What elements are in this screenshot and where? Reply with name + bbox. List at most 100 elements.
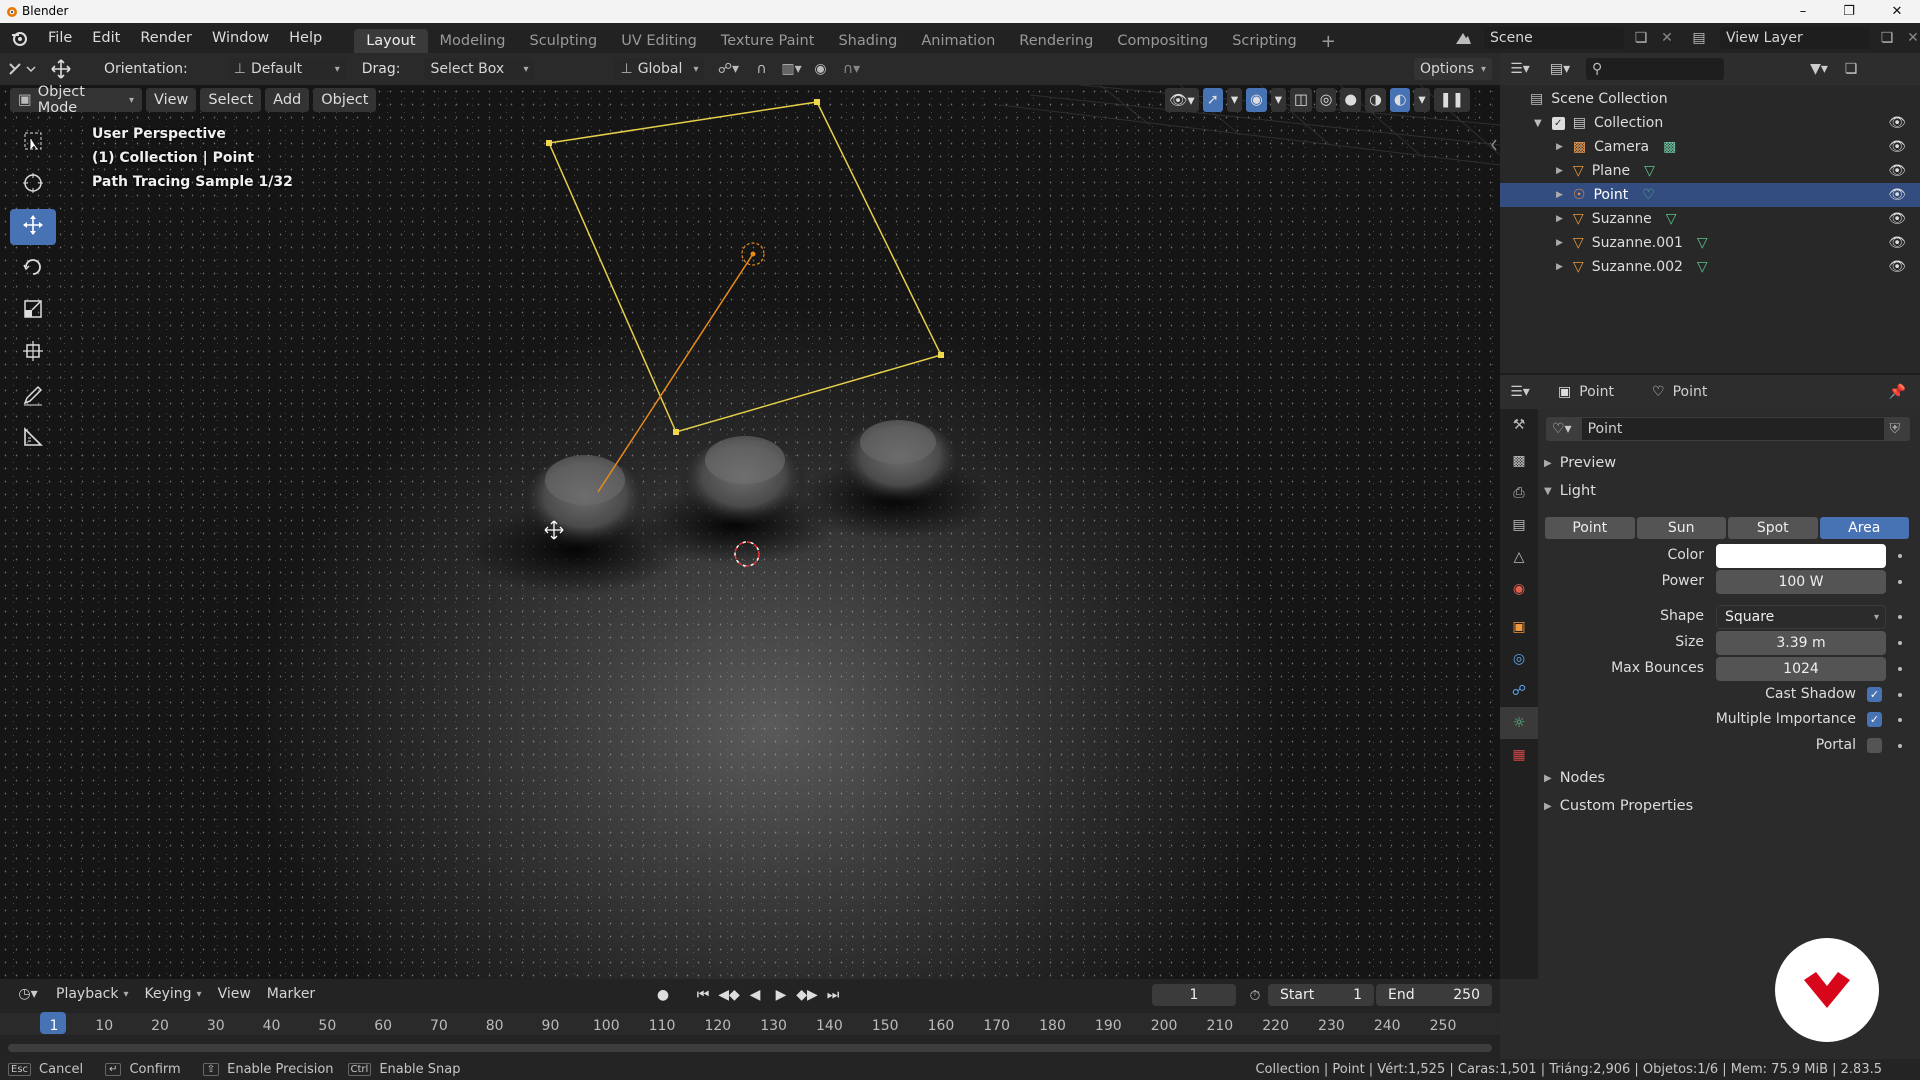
snap-increment-icon[interactable]: ▥▾ [776, 57, 806, 81]
scene-icon[interactable] [1448, 26, 1478, 50]
pin-icon[interactable]: 📌 [1889, 384, 1906, 400]
tool-tab[interactable]: ⚒ [1500, 409, 1538, 441]
measure-tool[interactable] [10, 421, 56, 457]
minimize-button[interactable]: – [1780, 0, 1826, 23]
snap-magnet-icon[interactable]: ∩ [746, 57, 776, 81]
overlays-dropdown-icon[interactable]: ▾ [1270, 88, 1287, 112]
tab-rendering[interactable]: Rendering [1007, 29, 1105, 53]
end-frame-field[interactable]: End 250 [1376, 984, 1492, 1006]
light-panel-header[interactable]: ▼ Light [1544, 483, 1596, 499]
rotate-tool[interactable] [10, 251, 56, 287]
drag-dropdown[interactable]: Select Box ▾ [424, 58, 535, 80]
cursor-tool[interactable] [10, 167, 56, 203]
preview-panel-header[interactable]: ▶ Preview [1544, 455, 1616, 471]
camera-data-icon[interactable]: ▩ [1663, 139, 1676, 155]
new-collection-icon[interactable]: ❏ [1838, 55, 1864, 83]
tab-sculpting[interactable]: Sculpting [517, 29, 609, 53]
3d-viewport[interactable]: ▣ Object Mode ▾ View Select Add Object 👁… [0, 85, 1500, 979]
mesh-data-icon[interactable]: ▽ [1644, 163, 1655, 179]
tab-shading[interactable]: Shading [826, 29, 909, 53]
timeline-scrollbar[interactable] [8, 1044, 1492, 1052]
falloff-curve-icon[interactable]: ∩▾ [834, 57, 868, 81]
tab-texture-paint[interactable]: Texture Paint [709, 29, 827, 53]
constraints-tab[interactable]: ☍ [1500, 675, 1538, 707]
scene-tab[interactable]: △ [1500, 541, 1538, 573]
size-field[interactable]: 3.39 m [1716, 631, 1886, 655]
scene-collection-row[interactable]: ▤ Scene Collection [1500, 87, 1920, 111]
visibility-eye-icon[interactable]: 👁 [1888, 139, 1906, 155]
world-tab[interactable]: ◉ [1500, 573, 1538, 605]
new-scene-icon[interactable]: ❏ [1630, 27, 1652, 49]
visibility-eye-icon[interactable]: 👁 [1888, 187, 1906, 203]
visibility-icon[interactable]: 👁▾ [1165, 88, 1199, 112]
keyframe-dot[interactable] [1898, 744, 1902, 748]
tab-modeling[interactable]: Modeling [428, 29, 518, 53]
delete-scene-icon[interactable]: ✕ [1658, 27, 1676, 49]
pivot-point-icon[interactable]: ☍▾ [710, 57, 746, 81]
expand-arrow-icon[interactable]: ▶ [1556, 190, 1563, 200]
portal-checkbox[interactable] [1867, 738, 1882, 753]
view-layer-icon[interactable]: ▤ [1684, 26, 1714, 50]
start-frame-field[interactable]: Start 1 [1268, 984, 1374, 1006]
rendered-shading-icon[interactable]: ◐ [1389, 88, 1411, 112]
datablock-name[interactable]: Point [1581, 418, 1884, 440]
outliner-item-plane[interactable]: ▶ ▽ Plane ▽ 👁 [1500, 159, 1920, 183]
visibility-eye-icon[interactable]: 👁 [1888, 163, 1906, 179]
filter-icon[interactable]: ▼▾ [1800, 55, 1838, 83]
object-tab[interactable]: ▣ [1500, 611, 1538, 643]
add-workspace-icon[interactable]: + [1309, 29, 1348, 53]
blender-menu-icon[interactable] [0, 23, 38, 53]
output-tab[interactable]: ⎙ [1500, 477, 1538, 509]
tab-compositing[interactable]: Compositing [1105, 29, 1220, 53]
shape-dropdown[interactable]: Square ▾ [1716, 605, 1886, 629]
editor-type-icon[interactable] [0, 55, 44, 83]
viewport-menu-view[interactable]: View [146, 88, 197, 112]
scale-tool[interactable] [10, 293, 56, 329]
solid-shading-icon[interactable]: ● [1340, 88, 1362, 112]
proportional-edit-icon[interactable]: ◉ [806, 57, 834, 81]
play-icon[interactable]: ▶ [770, 984, 792, 1006]
viewport-menu-add[interactable]: Add [265, 88, 310, 112]
light-datablock-selector[interactable]: ♡▾ Point ⛨ [1546, 417, 1910, 441]
keyframe-dot[interactable] [1898, 718, 1902, 722]
outliner-item-camera[interactable]: ▶ ▩ Camera ▩ 👁 [1500, 135, 1920, 159]
color-swatch[interactable] [1716, 544, 1886, 568]
new-view-layer-icon[interactable]: ❏ [1876, 27, 1898, 49]
orientation-dropdown[interactable]: ⊥ Default ▾ [227, 58, 346, 80]
fake-user-shield-icon[interactable]: ⛨ [1890, 421, 1901, 437]
select-box-tool[interactable] [10, 125, 56, 161]
visibility-eye-icon[interactable]: 👁 [1888, 211, 1906, 227]
view-layer-field[interactable]: View Layer [1720, 27, 1870, 49]
restore-button[interactable]: ❐ [1826, 0, 1872, 23]
transform-orientation-dropdown[interactable]: ⊥ Global ▾ [614, 58, 705, 80]
outliner-item-suzanne-002[interactable]: ▶ ▽ Suzanne.002 ▽ 👁 [1500, 255, 1920, 279]
record-icon[interactable]: ● [652, 984, 674, 1006]
tab-scripting[interactable]: Scripting [1220, 29, 1308, 53]
jump-start-icon[interactable]: ⏮ [692, 984, 714, 1006]
light-type-point[interactable]: Point [1545, 517, 1635, 539]
timeline-editor-icon[interactable]: ◷▾ [10, 982, 46, 1006]
marker-menu[interactable]: Marker [261, 983, 321, 1005]
material-shading-icon[interactable]: ◑ [1365, 88, 1386, 112]
mesh-data-icon[interactable]: ▽ [1697, 259, 1708, 275]
collection-row[interactable]: ▼ ✓ ▤ Collection 👁 [1500, 111, 1920, 135]
expand-arrow-icon[interactable]: ▶ [1556, 166, 1563, 176]
keyframe-dot[interactable] [1898, 615, 1902, 619]
light-type-area[interactable]: Area [1819, 517, 1909, 539]
visibility-eye-icon[interactable]: 👁 [1888, 115, 1906, 131]
tab-layout[interactable]: Layout [354, 29, 428, 53]
outliner-item-suzanne[interactable]: ▶ ▽ Suzanne ▽ 👁 [1500, 207, 1920, 231]
keyframe-dot[interactable] [1898, 554, 1902, 558]
keying-menu[interactable]: Keying ▾ [139, 983, 208, 1005]
light-data-icon[interactable]: ♡ [1642, 187, 1655, 203]
menu-render[interactable]: Render [130, 23, 202, 53]
display-mode-icon[interactable]: ▤▾ [1540, 55, 1580, 83]
expand-arrow-icon[interactable]: ▶ [1556, 214, 1563, 224]
physics-tab[interactable]: ◎ [1500, 643, 1538, 675]
keyframe-dot[interactable] [1898, 667, 1902, 671]
stopwatch-icon[interactable]: ⏱ [1244, 985, 1266, 1007]
transform-tool[interactable] [10, 335, 56, 371]
delete-view-layer-icon[interactable]: ✕ [1904, 27, 1920, 49]
current-frame-field[interactable]: 1 [1152, 984, 1236, 1006]
render-tab[interactable]: ▩ [1500, 445, 1538, 477]
